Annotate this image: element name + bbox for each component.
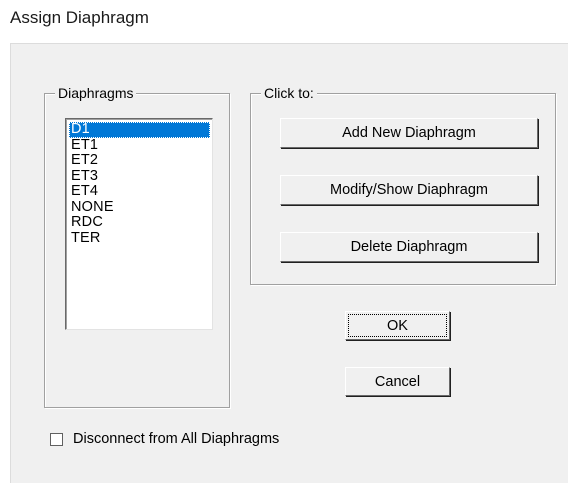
delete-diaphragm-button[interactable]: Delete Diaphragm bbox=[280, 232, 538, 262]
ok-button[interactable]: OK bbox=[345, 311, 450, 340]
diaphragm-list-item[interactable]: NONE bbox=[69, 199, 210, 216]
add-new-diaphragm-button[interactable]: Add New Diaphragm bbox=[280, 118, 538, 148]
diaphragm-list-item[interactable]: ET3 bbox=[69, 168, 210, 185]
diaphragms-listbox[interactable]: D1 ET1 ET2 ET3 ET4 NONE RDC TER bbox=[65, 118, 213, 330]
diaphragm-list-item[interactable]: ET2 bbox=[69, 152, 210, 169]
disconnect-row[interactable]: Disconnect from All Diaphragms bbox=[50, 430, 279, 448]
disconnect-checkbox[interactable] bbox=[50, 432, 63, 446]
diaphragm-list-item[interactable]: ET4 bbox=[69, 183, 210, 200]
diaphragm-list-item[interactable]: D1 bbox=[69, 121, 210, 138]
diaphragms-group-label: Diaphragms bbox=[55, 84, 137, 102]
diaphragm-list-item[interactable]: RDC bbox=[69, 214, 210, 231]
diaphragm-list-item[interactable]: TER bbox=[69, 230, 210, 247]
window-title: Assign Diaphragm bbox=[10, 8, 149, 27]
modify-show-diaphragm-button[interactable]: Modify/Show Diaphragm bbox=[280, 175, 538, 205]
disconnect-label: Disconnect from All Diaphragms bbox=[73, 431, 280, 447]
cancel-button[interactable]: Cancel bbox=[345, 367, 450, 396]
click-to-group-label: Click to: bbox=[261, 84, 317, 102]
diaphragm-list-item[interactable]: ET1 bbox=[69, 137, 210, 154]
